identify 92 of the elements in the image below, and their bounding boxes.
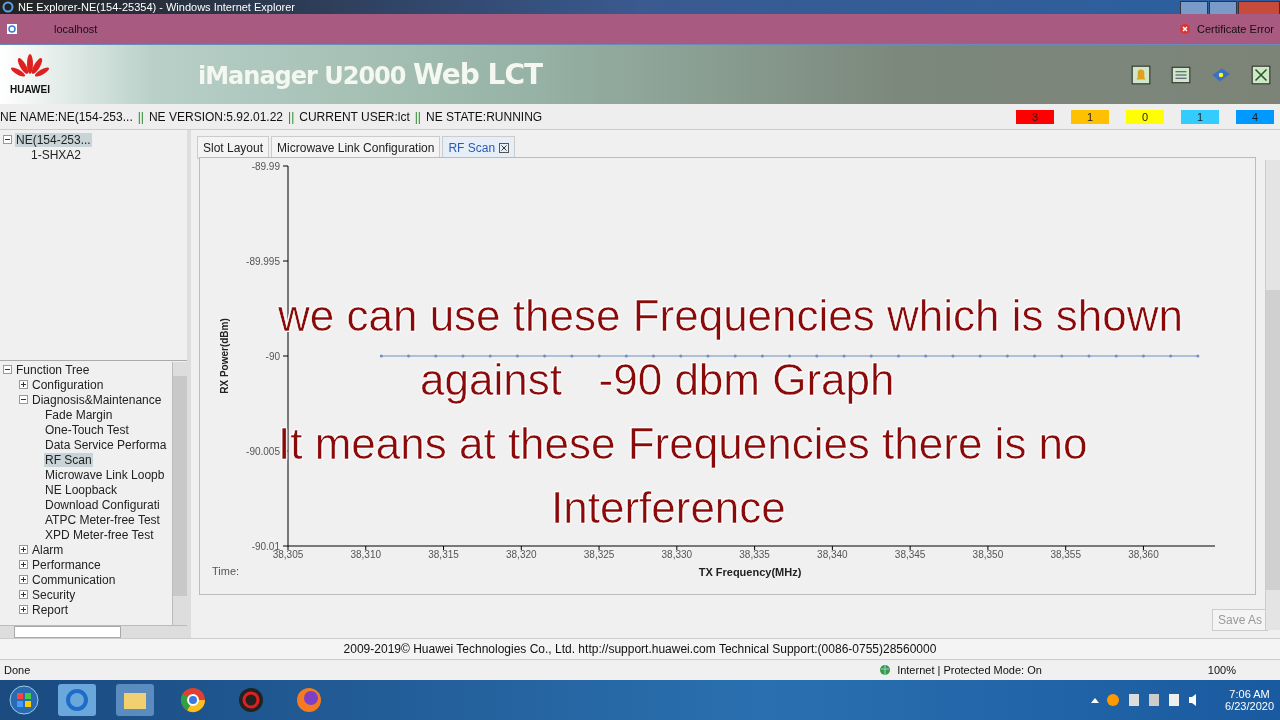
x-tick-label: 38,315: [428, 549, 459, 560]
separator: ||: [137, 109, 144, 124]
x-tick-label: 38,355: [1050, 549, 1081, 560]
exit-icon[interactable]: [1250, 63, 1272, 86]
tree-item[interactable]: Fade Margin: [44, 407, 114, 422]
separator: ||: [288, 109, 295, 124]
footer-text: 2009-2019© Huawei Technologies Co., Ltd. http://support.huawei.com Technical Support:(0086-0755)28560000: [0, 638, 1280, 659]
collapse-icon[interactable]: [3, 135, 12, 144]
y-tick-label: -89.995: [246, 256, 280, 267]
collapse-icon[interactable]: [3, 365, 12, 374]
x-tick-label: 38,320: [506, 549, 537, 560]
ne-info: NE NAME:NE(154-253...: [0, 109, 133, 124]
expand-icon[interactable]: [19, 575, 28, 584]
page-icon: [6, 23, 18, 35]
y-tick-label: -90.005: [246, 446, 280, 457]
collapse-icon[interactable]: [19, 395, 28, 404]
folder-icon[interactable]: [114, 683, 156, 717]
tree-item[interactable]: Microwave Link Loopb: [44, 467, 166, 482]
scrollbar[interactable]: [1265, 160, 1280, 630]
tree-item[interactable]: Data Service Performa: [44, 437, 168, 452]
alarm-count-badge[interactable]: 4: [1236, 109, 1274, 124]
browser-icon[interactable]: [56, 683, 98, 717]
expand-icon[interactable]: [19, 380, 28, 389]
tree-item[interactable]: RF Scan: [44, 452, 93, 467]
tree-item[interactable]: 1-SHXA2: [30, 147, 83, 162]
alarm-count-badge[interactable]: 0: [1126, 109, 1164, 124]
separator: ||: [414, 109, 421, 124]
tab[interactable]: Slot Layout: [197, 136, 270, 159]
tab[interactable]: RF Scan: [442, 136, 516, 159]
y-tick-label: -89.99: [251, 161, 280, 172]
browser-icon: [2, 1, 14, 13]
tree-item[interactable]: Diagnosis&Maintenance: [31, 392, 163, 407]
maximize-button[interactable]: [1209, 1, 1237, 15]
tree-item[interactable]: ATPC Meter-free Test: [44, 512, 161, 527]
x-tick-label: 38,345: [894, 549, 926, 560]
x-tick-label: 38,330: [661, 549, 693, 560]
tree-item[interactable]: XPD Meter-free Test: [44, 527, 155, 542]
y-tick-label: -90.01: [251, 541, 280, 552]
security-zone: Internet | Protected Mode: On: [897, 664, 1042, 676]
tree-item[interactable]: One-Touch Test: [44, 422, 130, 437]
app-title: iManager U2000 Web LCT: [198, 58, 543, 91]
zoom-level[interactable]: 100%: [1207, 664, 1236, 676]
expand-icon[interactable]: [19, 560, 28, 569]
close-button[interactable]: [1238, 1, 1280, 15]
scrollbar[interactable]: [0, 625, 187, 638]
url-host: localhost: [54, 23, 98, 35]
scrollbar[interactable]: [172, 362, 187, 625]
status-text: Done: [4, 664, 31, 676]
alarm-count-badge[interactable]: 1: [1181, 109, 1219, 124]
tree-item[interactable]: Security: [31, 587, 77, 602]
globe-icon: [879, 664, 892, 676]
expand-icon[interactable]: [19, 605, 28, 614]
clock-date: 6/23/2020: [1225, 700, 1274, 712]
shield-icon: [1178, 23, 1191, 35]
ne-info: NE VERSION:5.92.01.22: [148, 109, 284, 124]
time-label: Time:: [212, 565, 240, 577]
expand-icon[interactable]: [19, 545, 28, 554]
caption-line: Interference: [551, 488, 787, 528]
expand-icon[interactable]: [19, 590, 28, 599]
tree-item[interactable]: Download Configurati: [44, 497, 161, 512]
x-tick-label: 38,360: [1128, 549, 1159, 560]
y-tick-label: -90: [265, 351, 280, 362]
tree-item[interactable]: Report: [31, 602, 70, 617]
alarm-count-badge[interactable]: 3: [1016, 109, 1054, 124]
certificate-error-link[interactable]: Certificate Error: [1196, 23, 1274, 35]
tab[interactable]: Microwave Link Configuration: [271, 136, 441, 159]
tree-item[interactable]: Configuration: [31, 377, 105, 392]
minimize-button[interactable]: [1180, 1, 1208, 15]
y-axis-title: RX Power(dBm): [219, 318, 230, 394]
logo-text: HUAWEI: [10, 84, 50, 95]
ne-info: NE STATE:RUNNING: [425, 109, 543, 124]
x-tick-label: 38,310: [350, 549, 382, 560]
ne-info: CURRENT USER:lct: [299, 109, 410, 124]
x-tick-label: 38,335: [739, 549, 770, 560]
tree-item[interactable]: Alarm: [31, 542, 65, 557]
x-tick-label: 38,305: [272, 549, 304, 560]
address-bar[interactable]: localhost Certificate Error: [0, 14, 1280, 45]
x-tick-label: 38,350: [972, 549, 1004, 560]
window-title: NE Explorer-NE(154-25354) - Windows Internet Explorer: [18, 1, 295, 13]
tree-item[interactable]: Performance: [31, 557, 102, 572]
start-button[interactable]: [8, 684, 40, 716]
tree-item[interactable]: NE(154-253...: [15, 132, 92, 147]
clock-time: 7:06 AM: [1229, 688, 1270, 700]
close-icon[interactable]: [499, 142, 510, 153]
tree-item[interactable]: Communication: [31, 572, 117, 587]
alarm-count-badge[interactable]: 1: [1071, 109, 1109, 124]
x-tick-label: 38,325: [583, 549, 615, 560]
bell-document-icon[interactable]: [1130, 63, 1152, 86]
x-tick-label: 38,340: [817, 549, 848, 560]
x-axis-title: TX Frequency(MHz): [698, 566, 802, 578]
tree-root[interactable]: Function Tree: [15, 362, 91, 377]
tree-item[interactable]: NE Loopback: [44, 482, 119, 497]
